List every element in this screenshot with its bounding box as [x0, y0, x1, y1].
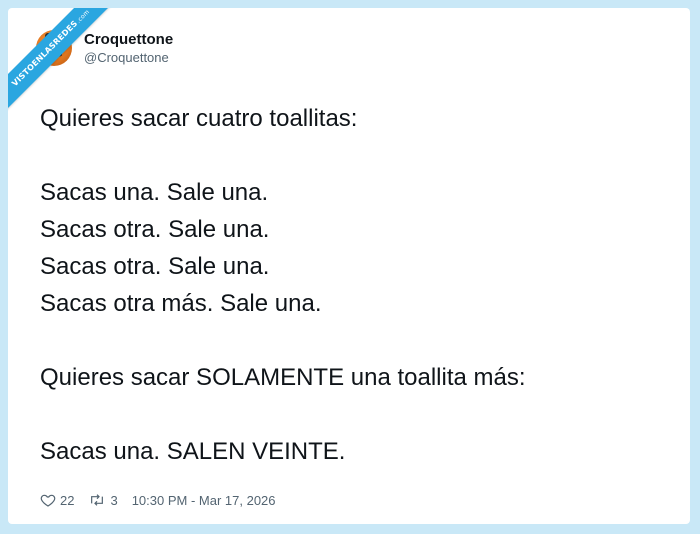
heart-icon	[40, 494, 56, 507]
retweet-button[interactable]: 3	[88, 492, 118, 508]
like-button[interactable]: 22	[40, 492, 74, 508]
retweet-count: 3	[110, 492, 118, 508]
watermark-ribbon: VISTOENLASREDES.com	[8, 8, 138, 138]
tweet-line: Quieres sacar SOLAMENTE una toallita más…	[40, 364, 526, 391]
tweet-line: Sacas una. SALEN VEINTE.	[40, 438, 346, 465]
watermark-text: VISTOENLASREDES.com	[8, 8, 120, 117]
tweet-text: Quieres sacar cuatro toallitas: Sacas un…	[40, 100, 670, 470]
retweet-icon	[91, 494, 104, 506]
tweet-line: Sacas otra. Sale una.	[40, 216, 270, 243]
like-count: 22	[60, 492, 75, 508]
tweet-line: Sacas una. Sale una.	[40, 179, 269, 206]
tweet-footer: 22 3 10:30 PM - Mar 17, 2026	[40, 492, 276, 508]
tweet-timestamp[interactable]: 10:30 PM - Mar 17, 2026	[132, 493, 276, 508]
tweet-line: Sacas otra. Sale una.	[40, 253, 270, 280]
tweet-line: Sacas otra más. Sale una.	[40, 290, 322, 317]
tweet-card: VISTOENLASREDES.com Croquettone @Croquet…	[8, 8, 690, 524]
